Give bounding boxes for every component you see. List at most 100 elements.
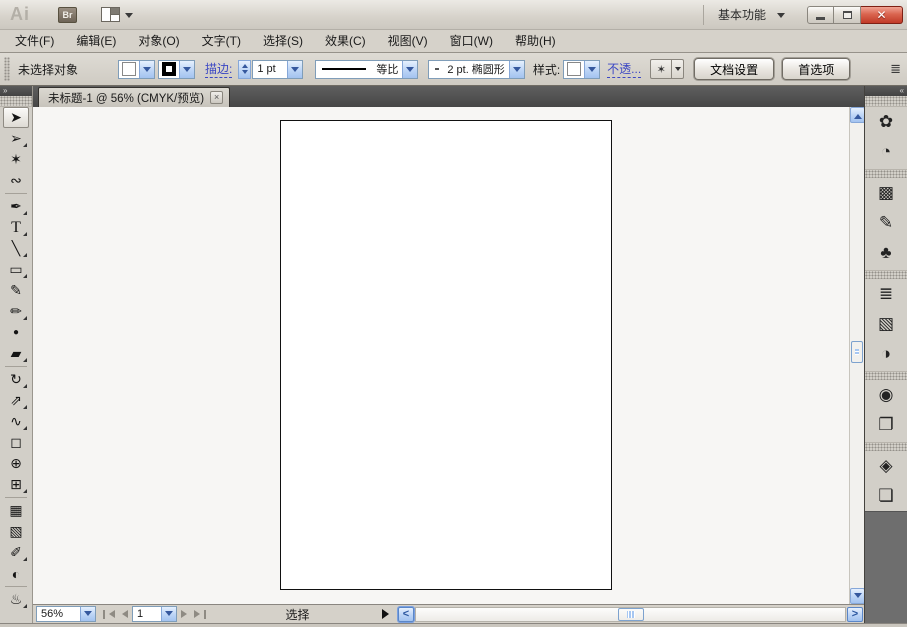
blend-tool[interactable]: ◐ [3, 563, 29, 584]
bridge-button[interactable]: Br [58, 7, 77, 23]
preferences-button[interactable]: 首选项 [782, 58, 850, 80]
tools-panel-grip[interactable] [0, 96, 32, 107]
next-artboard-button[interactable] [179, 607, 193, 621]
first-artboard-button[interactable] [102, 607, 116, 621]
control-panel-menu-icon[interactable]: ≣ [890, 61, 903, 77]
scale-tool[interactable]: ⇗ [3, 390, 29, 411]
menu-object[interactable]: 对象(O) [127, 30, 190, 52]
brush-definition-dropdown[interactable]: 2 pt. 椭圆形 [428, 60, 524, 79]
horizontal-scrollbar-thumb[interactable] [618, 608, 644, 621]
panel-dock-grip[interactable] [865, 96, 907, 107]
gradient-tool[interactable]: ▧ [3, 521, 29, 542]
zoom-level-dropdown[interactable]: 56% [36, 606, 96, 622]
workspace-caret-icon[interactable] [777, 13, 785, 22]
main-area: » ➤ ➢ ✶ ∾ ✒ T ╲ ▭ ✎ ✏ ● ▰ ↻ ⇗ ∿ ◻ ⊕ ⊞ ▦ … [0, 86, 907, 623]
eraser-tool[interactable]: ▰ [3, 343, 29, 364]
artboard[interactable] [280, 120, 612, 590]
menu-type[interactable]: 文字(T) [191, 30, 252, 52]
opacity-link[interactable]: 不透... [607, 60, 641, 78]
transparency-panel-icon[interactable]: ◑ [865, 339, 907, 369]
swatches-panel-icon[interactable]: ▩ [865, 178, 907, 208]
stroke-weight-dropdown[interactable]: 1 pt [252, 60, 303, 79]
dock-group-divider[interactable] [865, 371, 907, 380]
width-profile-dropdown[interactable]: 等比 [315, 60, 418, 79]
scroll-up-button[interactable] [850, 107, 864, 123]
graphic-styles-panel-icon[interactable]: ❐ [865, 410, 907, 440]
document-tab[interactable]: 未标题-1 @ 56% (CMYK/预览) × [38, 87, 230, 107]
status-popup-icon[interactable] [382, 609, 394, 619]
symbol-sprayer-tool[interactable]: ♨ [3, 589, 29, 610]
magic-wand-tool[interactable]: ✶ [3, 149, 29, 170]
select-similar-options-button[interactable] [672, 59, 684, 79]
type-tool[interactable]: T [3, 217, 29, 238]
dock-group-divider[interactable] [865, 169, 907, 178]
menu-edit[interactable]: 编辑(E) [65, 30, 127, 52]
rectangle-tool[interactable]: ▭ [3, 259, 29, 280]
stroke-profile-preview-icon [322, 68, 366, 70]
perspective-grid-tool[interactable]: ⊞ [3, 474, 29, 495]
artboards-panel-icon[interactable]: ❏ [865, 481, 907, 511]
lasso-tool[interactable]: ∾ [3, 170, 29, 191]
menu-select[interactable]: 选择(S) [252, 30, 314, 52]
width-tool[interactable]: ∿ [3, 411, 29, 432]
paintbrush-tool[interactable]: ✎ [3, 280, 29, 301]
previous-artboard-button[interactable] [116, 607, 130, 621]
vertical-scrollbar-thumb[interactable] [851, 341, 863, 363]
stroke-panel-link[interactable]: 描边: [205, 60, 232, 78]
pencil-tool[interactable]: ✏ [3, 301, 29, 322]
dock-group-divider[interactable] [865, 270, 907, 279]
minimize-button[interactable] [807, 6, 834, 24]
layers-panel-icon[interactable]: ◈ [865, 451, 907, 481]
select-similar-button[interactable]: ✶ [650, 59, 672, 79]
vertical-scrollbar[interactable] [849, 107, 864, 604]
document-setup-button[interactable]: 文档设置 [694, 58, 774, 80]
graphic-style-dropdown[interactable] [563, 60, 600, 79]
menu-effect[interactable]: 效果(C) [314, 30, 377, 52]
scroll-down-button[interactable] [850, 588, 864, 604]
stroke-weight-stepper[interactable] [238, 60, 251, 79]
scroll-right-button[interactable]: > [847, 607, 863, 622]
fill-swatch-icon [122, 62, 136, 76]
titlebar-divider [703, 5, 704, 25]
canvas[interactable] [33, 107, 864, 604]
symbols-panel-icon[interactable]: ♣ [865, 238, 907, 268]
gradient-panel-icon[interactable]: ▧ [865, 309, 907, 339]
eyedropper-tool[interactable]: ✐ [3, 542, 29, 563]
workspace-switcher[interactable]: 基本功能 [718, 6, 766, 23]
fill-color-dropdown[interactable] [118, 60, 155, 79]
expand-panels-icon[interactable]: « [900, 86, 904, 95]
minimize-icon [816, 17, 825, 20]
restore-icon [843, 11, 852, 19]
color-guide-panel-icon[interactable]: ◔ [865, 137, 907, 167]
menu-help[interactable]: 帮助(H) [504, 30, 567, 52]
menu-view[interactable]: 视图(V) [377, 30, 439, 52]
appearance-panel-icon[interactable]: ◉ [865, 380, 907, 410]
scroll-left-button[interactable]: < [398, 607, 414, 622]
direct-selection-tool[interactable]: ➢ [3, 128, 29, 149]
control-bar-grip[interactable] [4, 57, 10, 81]
stroke-panel-icon[interactable]: ≣ [865, 279, 907, 309]
blob-brush-tool[interactable]: ● [3, 322, 29, 343]
mesh-tool[interactable]: ▦ [3, 500, 29, 521]
horizontal-scrollbar[interactable] [415, 607, 846, 622]
stroke-color-dropdown[interactable] [158, 60, 195, 79]
dock-group-divider[interactable] [865, 442, 907, 451]
rotate-tool[interactable]: ↻ [3, 369, 29, 390]
color-panel-icon[interactable]: ✿ [865, 107, 907, 137]
menu-window[interactable]: 窗口(W) [439, 30, 504, 52]
arrange-documents-caret-icon[interactable] [125, 13, 133, 22]
last-artboard-button[interactable] [193, 607, 207, 621]
arrange-documents-icon[interactable] [101, 7, 120, 22]
artboard-navigation-dropdown[interactable]: 1 [132, 606, 177, 622]
line-segment-tool[interactable]: ╲ [3, 238, 29, 259]
brushes-panel-icon[interactable]: ✎ [865, 208, 907, 238]
shape-builder-tool[interactable]: ⊕ [3, 453, 29, 474]
collapse-tools-icon[interactable]: » [3, 86, 7, 95]
pen-tool[interactable]: ✒ [3, 196, 29, 217]
free-transform-tool[interactable]: ◻ [3, 432, 29, 453]
selection-tool[interactable]: ➤ [3, 107, 29, 128]
document-tab-close-icon[interactable]: × [210, 91, 223, 104]
menu-file[interactable]: 文件(F) [4, 30, 65, 52]
close-button[interactable]: ✕ [861, 6, 903, 24]
restore-button[interactable] [834, 6, 861, 24]
